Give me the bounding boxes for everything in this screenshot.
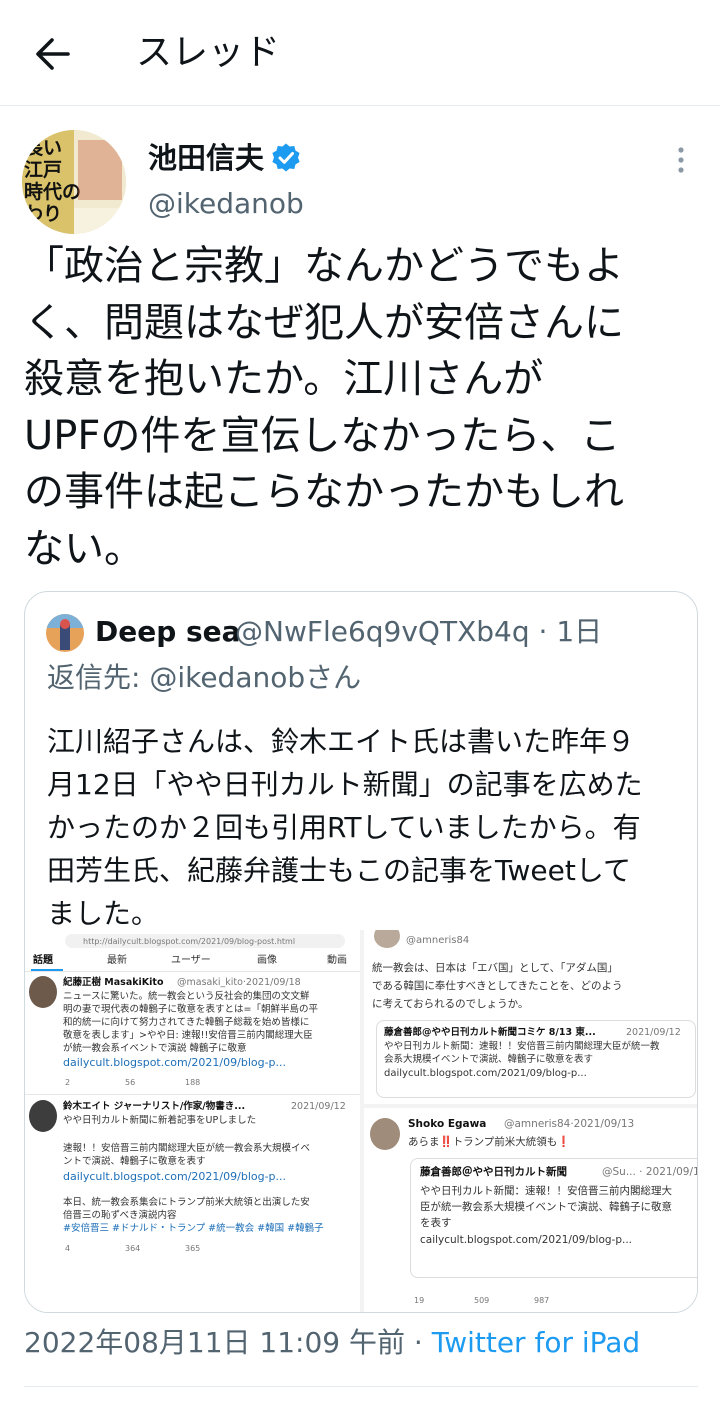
page-title: スレッド	[136, 32, 281, 73]
tweet-timestamp[interactable]: 2022年08月11日 11:09 午前	[24, 1326, 405, 1359]
shot-rt-card-meta: 2021/09/12	[626, 1027, 681, 1038]
shot-divider	[25, 1094, 360, 1095]
shot-t1-name: 紀藤正樹 MasakiKito	[63, 977, 164, 988]
avatar[interactable]: 長い 江戸 時代の わり	[22, 130, 126, 234]
shot-t1-line: 和的統一に向けて努力されてきた韓鶴子総裁を始め皆様に	[63, 1017, 310, 1028]
shot-t2-line: やや日刊カルト新聞に新着記事をUPしました	[63, 1115, 257, 1126]
shot-rt-line: に考えておられるのでしょうか。	[372, 998, 529, 1010]
top-bar: スレッド	[0, 0, 720, 106]
back-button[interactable]	[28, 28, 80, 80]
shot-rt-line: である韓国に奉仕すべきとしてきたことを、どのよう	[372, 980, 623, 992]
shot-t1-line: 敬意を表します」>やや日: 速報!!安倍晋三前内閣総理大臣	[63, 1030, 313, 1041]
shot-avatar-4	[370, 1118, 400, 1150]
shot-t1-link: dailycult.blogspot.com/2021/09/blog-p...	[63, 1056, 287, 1069]
shot-rb-card-line: 臣が統一教会系大規模イベントで演説、韓鶴子に敬意	[420, 1201, 672, 1213]
shot-rb-card-link: cailycult.blogspot.com/2021/09/blog-p...	[420, 1234, 632, 1246]
shot-t2-likes: 365	[185, 1244, 201, 1253]
quote-meta: @NwFle6q9vQTXb4q · 1日	[235, 615, 603, 648]
quote-text: 江川紹子さんは、鈴木エイト氏は書いた昨年９ 月12日「やや日刊カルト新聞」の記事…	[47, 725, 643, 930]
shot-t2-body: ントで演説、韓鶴子に敬意を表す	[63, 1156, 206, 1167]
meta-separator: ·	[405, 1326, 432, 1359]
shot-t2-name: 鈴木エイト ジャーナリスト/作家/物書き...	[63, 1101, 246, 1112]
shot-rt-card-name: 藤倉善郎@やや日刊カルト新聞コミケ 8/13 東...	[384, 1027, 596, 1038]
back-arrow-icon	[36, 38, 70, 70]
avatar-book-title-2: 江戸	[24, 159, 62, 181]
media-image-left[interactable]: http://dailycult.blogspot.com/2021/09/bl…	[25, 930, 360, 1312]
shot-avatar-3	[374, 930, 400, 948]
shot-t2-tags: #安倍晋三 #ドナルド・トランプ #統一教会 #韓国 #韓鶴子	[63, 1223, 324, 1234]
shot-tab-videos: 動画	[327, 955, 347, 966]
shot-t2-body2: 倍晋三の恥ずべき演説内容	[63, 1210, 177, 1221]
shot-rb-replies: 19	[414, 1296, 425, 1305]
shot-rb-card-meta: @Su... · 2021/09/1	[602, 1166, 698, 1178]
shot-tab-users: ユーザー	[171, 955, 211, 966]
shot-rb-retweets: 509	[474, 1296, 490, 1305]
browser-url: http://dailycult.blogspot.com/2021/09/bl…	[83, 937, 296, 946]
tweet-text: 「政治と宗教」なんかどうでもよ く、問題はなぜ犯人が安倍さんに 殺意を抱いたか。…	[24, 243, 624, 572]
shot-t1-retweets: 56	[125, 1078, 136, 1087]
author-handle[interactable]: @ikedanob	[148, 184, 304, 224]
shot-t1-likes: 188	[185, 1078, 201, 1087]
quote-author-name[interactable]: Deep sea	[95, 612, 241, 652]
shot-tab-images: 画像	[257, 955, 277, 966]
media-image-right-bottom[interactable]: Shoko Egawa @amneris84·2021/09/13 あらま‼️ト…	[364, 1108, 698, 1312]
shot-rb-meta: @amneris84·2021/09/13	[504, 1118, 635, 1130]
more-options-button[interactable]	[666, 140, 696, 180]
shot-t2-body2: 本日、統一教会系集会にトランプ前米大統領と出演した安	[63, 1197, 310, 1208]
shot-rb-text: あらま‼️トランプ前米大統領も❗️	[408, 1136, 571, 1148]
shot-avatar-2	[29, 1100, 57, 1132]
media-image-right-top[interactable]: @amneris84 統一教会は、日本は「エバ国」として、「アダム国」 である韓…	[364, 930, 697, 1104]
shot-t2-body: 速報！！安倍晋三前内閣総理大臣が統一教会系大規模イベ	[63, 1143, 311, 1154]
more-vertical-icon	[678, 147, 684, 173]
quote-reply-to: 返信先: @ikedanobさん	[47, 661, 362, 694]
divider	[24, 1386, 698, 1387]
shot-rb-card-line: やや日刊カルト新聞：速報！！安倍晋三前内閣総理大	[420, 1185, 672, 1197]
avatar-book-title-3: 時代の	[24, 181, 81, 203]
author-name[interactable]: 池田信夫	[148, 138, 264, 178]
shot-tab-trending: 話題	[33, 955, 53, 966]
shot-divider	[25, 971, 360, 972]
shot-rb-likes: 987	[534, 1296, 550, 1305]
shot-t1-line: ニュースに驚いた。統一教会という反社会的集団の文文鮮	[63, 991, 310, 1002]
shot-t2-retweets: 364	[125, 1244, 141, 1253]
shot-rt-card-link: dailycult.blogspot.com/2021/09/blog-p...	[384, 1068, 587, 1079]
avatar-book-title-4: わり	[24, 203, 62, 225]
shot-t1-meta: @masaki_kito·2021/09/18	[177, 977, 301, 988]
verified-badge-icon	[272, 143, 300, 172]
quote-avatar[interactable]	[46, 614, 84, 652]
shot-avatar-1	[29, 976, 57, 1008]
shot-t1-line: 明の妻で現代表の韓鶴子に敬意を表すとは=「朝鮮半島の平	[63, 1004, 318, 1015]
shot-tab-latest: 最新	[107, 955, 127, 966]
tweet-metadata: 2022年08月11日 11:09 午前 · Twitter for iPad	[24, 1322, 640, 1364]
shot-rb-card-line: を表す	[420, 1217, 452, 1229]
shot-t1-line: が統一教会系イベントで演説 韓鶴子に敬意	[63, 1043, 247, 1054]
shot-rt-handle: @amneris84	[406, 935, 470, 946]
shot-rt-card-line: やや日刊カルト新聞：速報！！安倍晋三前内閣総理大臣が統一教	[384, 1041, 660, 1052]
shot-t2-meta: 2021/09/12	[291, 1101, 346, 1112]
shot-rt-card-line: 会系大規模イベントで演説、韓鶴子に敬意を表す	[384, 1054, 594, 1065]
shot-t2-replies: 4	[65, 1244, 71, 1253]
shot-t1-replies: 2	[65, 1078, 71, 1087]
shot-t2-link: dailycult.blogspot.com/2021/09/blog-p...	[63, 1170, 287, 1183]
source-app-link[interactable]: Twitter for iPad	[432, 1326, 640, 1359]
avatar-book-title-1: 長い	[24, 137, 62, 159]
quote-media-grid[interactable]: http://dailycult.blogspot.com/2021/09/bl…	[25, 930, 698, 1312]
shot-rt-line: 統一教会は、日本は「エバ国」として、「アダム国」	[372, 962, 618, 974]
quoted-tweet[interactable]: Deep sea @NwFle6q9vQTXb4q · 1日 返信先: @ike…	[24, 591, 698, 1313]
shot-rb-card-name: 藤倉善郎＠やや日刊カルト新聞	[420, 1166, 567, 1178]
shot-rb-name: Shoko Egawa	[408, 1118, 487, 1130]
